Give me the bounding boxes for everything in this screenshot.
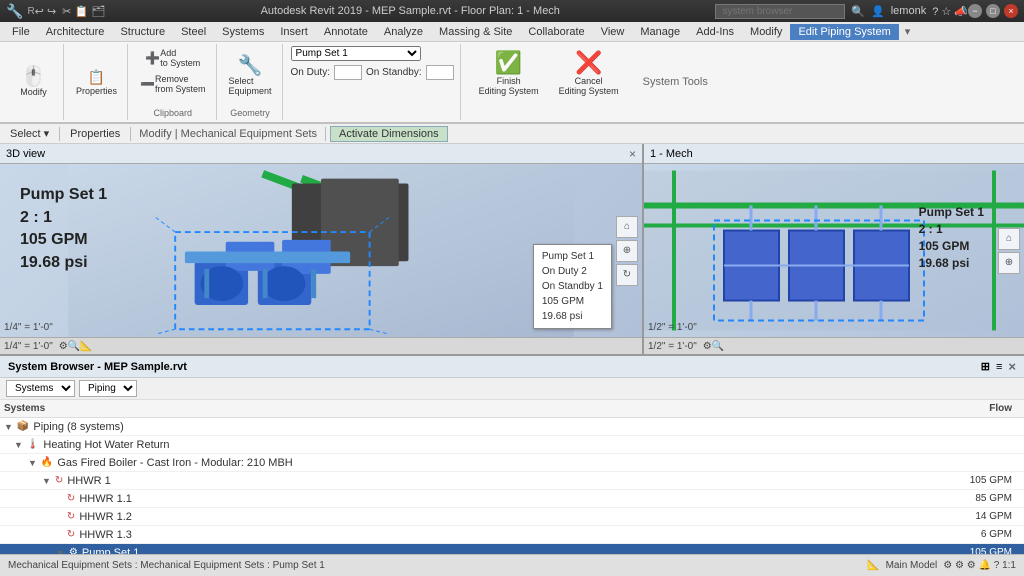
- on-duty-input[interactable]: 2: [334, 65, 362, 80]
- viewport-left-title: 3D view: [6, 148, 45, 160]
- menu-addins[interactable]: Add-Ins: [688, 24, 742, 40]
- ribbon-group-modify: 🖱️ Modify: [4, 44, 64, 120]
- ribbon: 🖱️ Modify 📋 Properties ➕ Addto System: [0, 42, 1024, 124]
- sb-row-hhwr13[interactable]: ▷ ↻ HHWR 1.3 6 GPM: [0, 526, 1024, 544]
- toolbar-breadcrumb: Modify | Mechanical Equipment Sets: [135, 128, 321, 140]
- sb-row-hhwr12[interactable]: ▷ ↻ HHWR 1.2 14 GPM: [0, 508, 1024, 526]
- statusbar: Mechanical Equipment Sets : Mechanical E…: [0, 554, 1024, 576]
- menubar: File Architecture Structure Steel System…: [0, 22, 1024, 42]
- menu-collaborate[interactable]: Collaborate: [520, 24, 592, 40]
- on-standby-label: On Standby:: [366, 67, 422, 78]
- menu-edit-piping[interactable]: Edit Piping System: [790, 24, 898, 40]
- sb-title: System Browser - MEP Sample.rvt: [8, 361, 187, 373]
- maximize-button[interactable]: □: [986, 4, 1000, 18]
- nav-rotate[interactable]: ↻: [616, 264, 638, 286]
- pump-set-selector[interactable]: Pump Set 1: [291, 46, 421, 61]
- activate-dimensions-button[interactable]: Activate Dimensions: [330, 126, 448, 142]
- sb-systems-dropdown[interactable]: Systems: [6, 380, 75, 397]
- toolbar-row: Select ▾ Properties Modify | Mechanical …: [0, 124, 1024, 144]
- sb-header: System Browser - MEP Sample.rvt ⊞ ≡ ×: [0, 356, 1024, 378]
- viewport-right-title: 1 - Mech: [650, 148, 693, 160]
- menu-annotate[interactable]: Annotate: [316, 24, 376, 40]
- sb-row-hhwr[interactable]: ▼ 🌡️ Heating Hot Water Return: [0, 436, 1024, 454]
- username: lemonk: [891, 5, 926, 17]
- sb-row-pump-set1[interactable]: ▼ ⚙ Pump Set 1 105 GPM: [0, 544, 1024, 554]
- sb-col-flow: Flow: [940, 403, 1020, 414]
- menu-analyze[interactable]: Analyze: [376, 24, 431, 40]
- sb-row-boiler[interactable]: ▼ 🔥 Gas Fired Boiler - Cast Iron - Modul…: [0, 454, 1024, 472]
- viewport-right: 1 - Mech ×: [644, 144, 1024, 354]
- menu-massing[interactable]: Massing & Site: [431, 24, 520, 40]
- viewport-right-scale: 1/2" = 1'-0": [648, 322, 697, 333]
- menu-view[interactable]: View: [593, 24, 633, 40]
- sb-content[interactable]: ▼ 📦 Piping (8 systems) ▼ 🌡️ Heating Hot …: [0, 418, 1024, 554]
- menu-steel[interactable]: Steel: [173, 24, 214, 40]
- minimize-button[interactable]: −: [968, 4, 982, 18]
- menu-modify[interactable]: Modify: [742, 24, 790, 40]
- system-tools-label: System Tools: [637, 44, 714, 120]
- menu-architecture[interactable]: Architecture: [38, 24, 113, 40]
- on-standby-input[interactable]: 1: [426, 65, 454, 80]
- menu-structure[interactable]: Structure: [112, 24, 173, 40]
- ribbon-group-geometry: 🔧 SelectEquipment Geometry: [219, 44, 283, 120]
- ribbon-group-properties: 📋 Properties: [66, 44, 128, 120]
- modify-button[interactable]: 🖱️ Modify: [16, 65, 52, 99]
- search-input[interactable]: [715, 4, 845, 19]
- sb-row-piping[interactable]: ▼ 📦 Piping (8 systems): [0, 418, 1024, 436]
- close-button[interactable]: ×: [1004, 4, 1018, 18]
- system-browser: System Browser - MEP Sample.rvt ⊞ ≡ × Sy…: [0, 354, 1024, 554]
- status-text: Mechanical Equipment Sets : Mechanical E…: [8, 560, 325, 571]
- menu-manage[interactable]: Manage: [632, 24, 688, 40]
- ribbon-group-pump-set: Pump Set 1 On Duty: 2 On Standby: 1: [285, 44, 461, 120]
- nav-right-zoom[interactable]: ⊕: [998, 252, 1020, 274]
- select-equipment-button[interactable]: 🔧 SelectEquipment: [225, 54, 276, 98]
- nav-home[interactable]: ⌂: [616, 216, 638, 238]
- sb-list-icon[interactable]: ≡: [996, 361, 1002, 373]
- viewport-left-statusbar: 1/4" = 1'-0" ⚙🔍📐: [0, 337, 642, 354]
- viewport-left-header: 3D view ×: [0, 144, 642, 164]
- sb-expand-icon[interactable]: ⊞: [981, 360, 990, 373]
- viewport-right-content[interactable]: Pump Set 1 2 : 1 105 GPM 19.68 psi ⌂ ⊕ 1…: [644, 164, 1024, 337]
- finish-editing-button[interactable]: ✅ FinishEditing System: [471, 46, 547, 118]
- model-label: Main Model: [886, 560, 938, 571]
- pump-label-right: Pump Set 1 2 : 1 105 GPM 19.68 psi: [919, 204, 984, 271]
- sb-toolbar: Systems Piping: [0, 378, 1024, 400]
- nav-zoom[interactable]: ⊕: [616, 240, 638, 262]
- main-area: 3D view ×: [0, 144, 1024, 354]
- viewport-left: 3D view ×: [0, 144, 644, 354]
- viewport-right-header: 1 - Mech ×: [644, 144, 1024, 164]
- titlebar: 🔧 R ↩ ↪ ✂ 📋 🗂 Autodesk Revit 2019 - MEP …: [0, 0, 1024, 22]
- properties-toolbar[interactable]: Properties: [64, 127, 126, 141]
- viewport-left-scale: 1/4" = 1'-0": [4, 322, 53, 333]
- viewport-left-close[interactable]: ×: [629, 147, 636, 161]
- viewport-right-statusbar: 1/2" = 1'-0" ⚙🔍: [644, 337, 1024, 354]
- menu-file[interactable]: File: [4, 24, 38, 40]
- nav-right-home[interactable]: ⌂: [998, 228, 1020, 250]
- pump-label: Pump Set 1 2 : 1 105 GPM 19.68 psi: [20, 184, 107, 274]
- menu-insert[interactable]: Insert: [272, 24, 316, 40]
- add-to-system-button[interactable]: ➕ Addto System: [141, 46, 204, 70]
- sb-row-hhwr1[interactable]: ▼ ↻ HHWR 1 105 GPM: [0, 472, 1024, 490]
- sb-column-header: Systems Flow: [0, 400, 1024, 418]
- remove-from-system-button[interactable]: ➖ Removefrom System: [136, 72, 209, 96]
- select-toolbar[interactable]: Select ▾: [4, 126, 55, 141]
- viewport-left-nav: ⌂ ⊕ ↻: [616, 216, 638, 286]
- menu-systems[interactable]: Systems: [214, 24, 272, 40]
- ribbon-group-clipboard: ➕ Addto System ➖ Removefrom System Clipb…: [130, 44, 216, 120]
- sb-row-hhwr11[interactable]: ▷ ↻ HHWR 1.1 85 GPM: [0, 490, 1024, 508]
- pump-callout: Pump Set 1 On Duty 2 On Standby 1 105 GP…: [533, 244, 612, 329]
- window-title: Autodesk Revit 2019 - MEP Sample.rvt - F…: [105, 5, 715, 17]
- viewport-right-nav: ⌂ ⊕: [998, 228, 1020, 274]
- on-duty-label: On Duty:: [291, 67, 330, 78]
- viewport-left-content[interactable]: Pump Set 1 2 : 1 105 GPM 19.68 psi Pump …: [0, 164, 642, 337]
- cancel-editing-button[interactable]: ❌ CancelEditing System: [551, 46, 627, 118]
- sb-col-systems: Systems: [4, 403, 940, 414]
- sb-piping-dropdown[interactable]: Piping: [79, 380, 137, 397]
- finish-cancel-group: ✅ FinishEditing System ❌ CancelEditing S…: [463, 44, 635, 120]
- sb-close-button[interactable]: ×: [1008, 359, 1016, 374]
- properties-button[interactable]: 📋 Properties: [72, 67, 121, 98]
